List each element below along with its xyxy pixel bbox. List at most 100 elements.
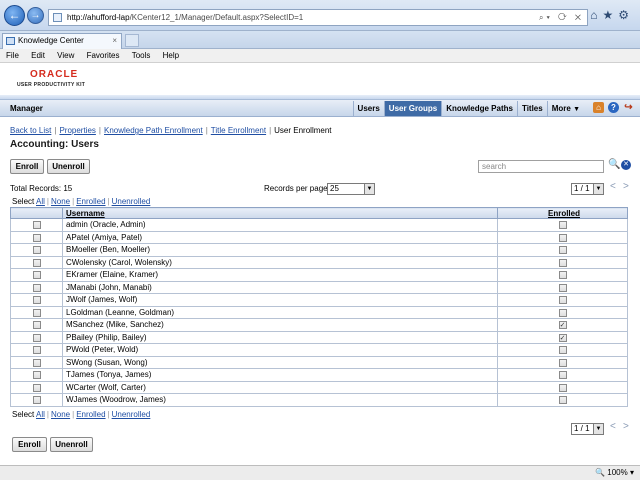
row-select-cell [10,218,63,232]
home-favorites-tools-icons[interactable]: ⌂★⚙ [590,8,634,22]
help-icon[interactable]: ? [608,102,619,113]
row-select-checkbox[interactable] [32,246,41,255]
tab-title: Knowledge Center [18,36,84,45]
menu-view[interactable]: View [57,49,74,63]
menu-edit[interactable]: Edit [31,49,45,63]
next-page-icon[interactable]: > [623,181,629,192]
row-select-checkbox[interactable] [32,283,41,292]
row-select-cell [10,293,63,307]
link-properties[interactable]: Properties [59,126,95,135]
table-row: APatel (Amiya, Patel) [10,230,628,244]
link-knowledge-path-enrollment[interactable]: Knowledge Path Enrollment [104,126,203,135]
row-select-checkbox[interactable] [32,258,41,267]
enrolled-checkbox[interactable] [558,346,567,355]
enrolled-column-header[interactable]: Enrolled [497,207,628,219]
enrolled-checkbox[interactable] [558,233,567,242]
nav-user-groups[interactable]: User Groups [383,101,442,116]
row-select-cell [10,305,63,319]
page-select-bottom[interactable]: 1 / 1 ▼ [571,423,604,435]
menu-help[interactable]: Help [163,49,179,63]
row-select-checkbox[interactable] [32,396,41,405]
nav-knowledge-paths[interactable]: Knowledge Paths [441,101,517,116]
next-page-icon[interactable]: > [623,421,629,432]
enrolled-checkbox[interactable] [558,371,567,380]
prev-page-icon[interactable]: < [610,181,616,192]
search-icon[interactable]: 🔍 [608,159,620,170]
row-select-cell [10,243,63,257]
select-enrolled-link[interactable]: Enrolled [76,410,105,419]
browser-tab[interactable]: Knowledge Center × [2,33,122,49]
enrolled-cell [497,393,628,407]
breadcrumb: Back to List | Properties | Knowledge Path E… [10,126,332,135]
new-tab-button[interactable] [125,34,139,47]
row-select-checkbox[interactable] [32,371,41,380]
enrolled-checkbox[interactable] [558,271,567,280]
enrolled-checkbox[interactable] [558,296,567,305]
row-select-checkbox[interactable] [32,308,41,317]
username-cell: admin (Oracle, Admin) [62,218,498,232]
username-cell: MSanchez (Mike, Sanchez) [62,318,498,332]
clear-search-icon[interactable]: ✕ [621,160,631,170]
row-select-checkbox[interactable] [32,296,41,305]
enrolled-checkbox[interactable] [558,358,567,367]
enroll-button[interactable]: Enroll [10,159,44,174]
zoom-control[interactable]: 🔍 100% ▾ [595,468,634,477]
row-select-checkbox[interactable] [32,221,41,230]
url-field[interactable]: http://ahufford-lap/KCenter12_1/Manager/… [48,9,588,26]
enrolled-cell [497,305,628,319]
link-title-enrollment[interactable]: Title Enrollment [211,126,266,135]
search-input[interactable] [478,160,604,173]
row-select-checkbox[interactable] [32,346,41,355]
menu-file[interactable]: File [6,49,19,63]
row-select-checkbox[interactable] [32,383,41,392]
enrolled-checkbox[interactable] [558,396,567,405]
table-row: MSanchez (Mike, Sanchez) [10,318,628,332]
enrolled-checkbox[interactable] [558,246,567,255]
menu-favorites[interactable]: Favorites [87,49,120,63]
back-arrow-icon[interactable]: ← [4,5,25,26]
row-select-checkbox[interactable] [32,333,41,342]
nav-users[interactable]: Users [352,101,384,116]
row-select-checkbox[interactable] [32,321,41,330]
row-select-checkbox[interactable] [32,358,41,367]
username-column-header[interactable]: Username [62,207,498,219]
forward-arrow-icon[interactable]: → [27,7,44,24]
enrolled-checkbox[interactable] [558,308,567,317]
menu-tools[interactable]: Tools [132,49,151,63]
select-unenrolled-link[interactable]: Unenrolled [112,410,151,419]
select-all-link[interactable]: All [36,410,45,419]
enrolled-checkbox[interactable] [558,283,567,292]
enrolled-checkbox[interactable] [558,258,567,267]
nav-more[interactable]: More ▼ [546,101,584,116]
row-select-checkbox[interactable] [32,271,41,280]
close-tab-icon[interactable]: × [112,34,117,48]
page-select-top[interactable]: 1 / 1 ▼ [571,183,604,195]
home-icon[interactable]: ⌂ [593,102,604,113]
row-select-cell [10,330,63,344]
logout-icon[interactable]: ↪ [623,102,634,113]
dropdown-arrow-icon: ▼ [593,184,603,194]
enrolled-checkbox[interactable] [558,321,567,330]
select-none-link[interactable]: None [51,410,70,419]
select-none-link[interactable]: None [51,197,70,206]
row-select-checkbox[interactable] [32,233,41,242]
row-select-cell [10,368,63,382]
unenroll-button-bottom[interactable]: Unenroll [50,437,93,452]
select-enrolled-link[interactable]: Enrolled [76,197,105,206]
nav-titles[interactable]: Titles [516,101,547,116]
username-cell: TJames (Tonya, James) [62,368,498,382]
enrolled-checkbox[interactable] [558,221,567,230]
page-value-top: 1 / 1 [574,184,590,193]
unenroll-button[interactable]: Unenroll [47,159,90,174]
current-page-label: User Enrollment [274,126,332,135]
enroll-button-bottom[interactable]: Enroll [12,437,47,452]
search-refresh-stop-icons[interactable]: ⌕▾ ⟳ ✕ [539,10,584,25]
enrolled-checkbox[interactable] [558,383,567,392]
enrolled-cell [497,255,628,269]
records-per-page-select[interactable]: 25 ▼ [327,183,375,195]
link-back-to-list[interactable]: Back to List [10,126,51,135]
enrolled-checkbox[interactable] [558,333,567,342]
select-unenrolled-link[interactable]: Unenrolled [112,197,151,206]
prev-page-icon[interactable]: < [610,421,616,432]
select-all-link[interactable]: All [36,197,45,206]
